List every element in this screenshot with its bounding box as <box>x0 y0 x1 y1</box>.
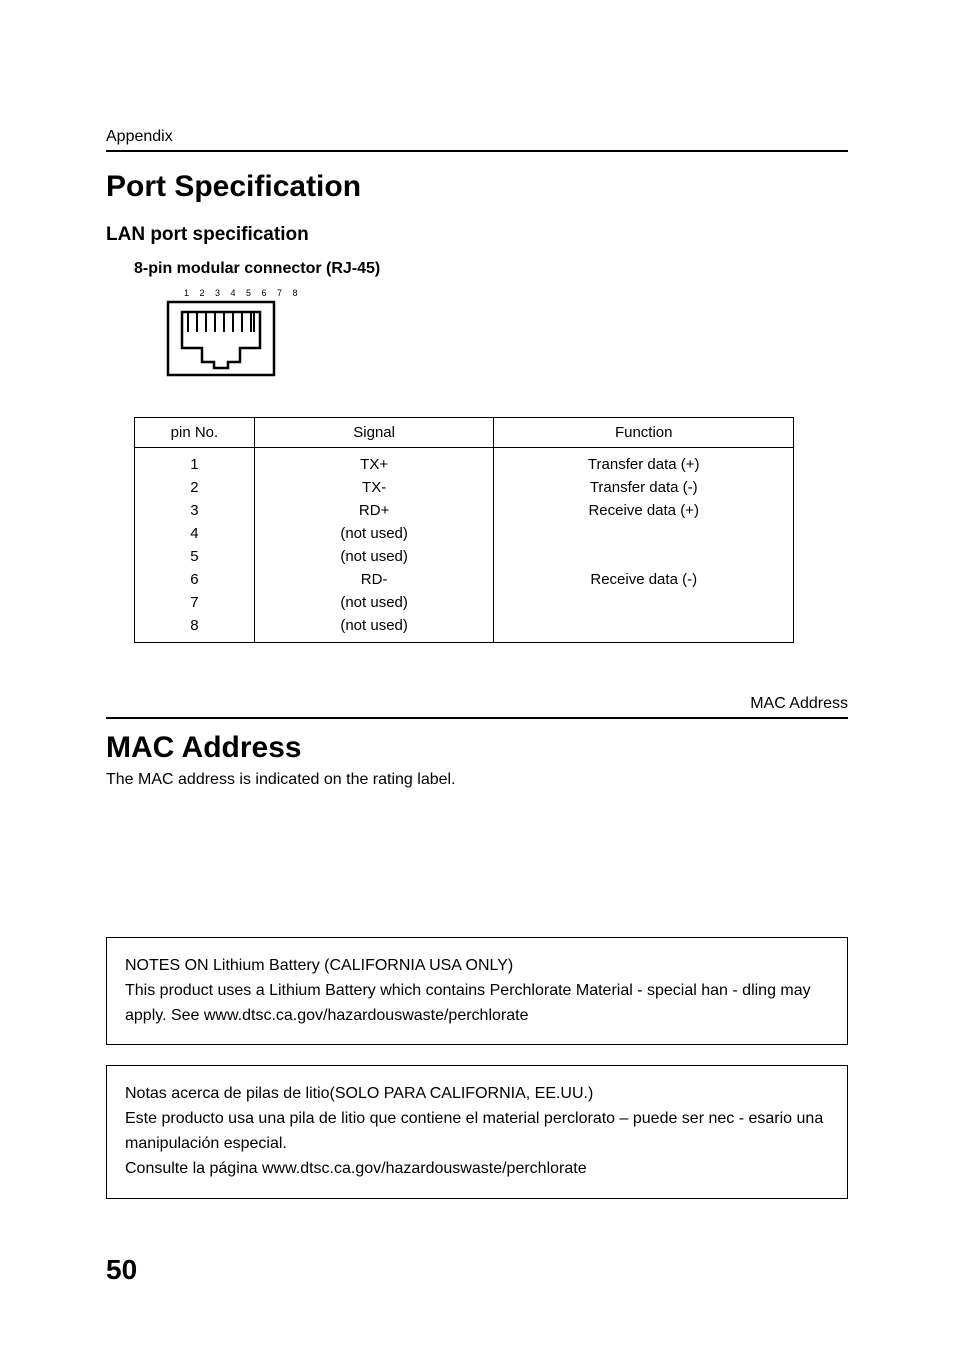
cell-function <box>494 545 794 568</box>
cell-signal: TX+ <box>254 448 494 477</box>
th-signal: Signal <box>254 418 494 448</box>
cell-pin: 4 <box>135 522 255 545</box>
table-row: 5 (not used) <box>135 545 794 568</box>
note-es-title: Notas acerca de pilas de litio(SOLO PARA… <box>125 1082 829 1107</box>
cell-signal: TX- <box>254 476 494 499</box>
lan-port-subtitle: LAN port specification <box>106 224 848 246</box>
cell-function: Receive data (+) <box>494 499 794 522</box>
table-header-row: pin No. Signal Function <box>135 418 794 448</box>
cell-function <box>494 591 794 614</box>
connector-diagram: 1 2 3 4 5 6 7 8 <box>166 288 848 383</box>
cell-function <box>494 522 794 545</box>
mac-rule <box>106 717 848 719</box>
table-row: 4 (not used) <box>135 522 794 545</box>
cell-pin: 2 <box>135 476 255 499</box>
th-function: Function <box>494 418 794 448</box>
page-number: 50 <box>106 1254 137 1286</box>
note-es-body1: Este producto usa una pila de litio que … <box>125 1107 829 1157</box>
table-row: 6 RD- Receive data (-) <box>135 568 794 591</box>
pin-table: pin No. Signal Function 1 TX+ Transfer d… <box>134 417 794 643</box>
cell-pin: 8 <box>135 614 255 643</box>
cell-function: Transfer data (+) <box>494 448 794 477</box>
table-row: 8 (not used) <box>135 614 794 643</box>
cell-pin: 1 <box>135 448 255 477</box>
cell-pin: 3 <box>135 499 255 522</box>
note-box-spanish: Notas acerca de pilas de litio(SOLO PARA… <box>106 1065 848 1198</box>
pin-number-labels: 1 2 3 4 5 6 7 8 <box>184 288 848 298</box>
th-pin: pin No. <box>135 418 255 448</box>
rj45-icon <box>166 300 276 378</box>
table-row: 7 (not used) <box>135 591 794 614</box>
cell-signal: (not used) <box>254 545 494 568</box>
note-en-title: NOTES ON Lithium Battery (CALIFORNIA USA… <box>125 954 829 979</box>
mac-title: MAC Address <box>106 731 848 765</box>
cell-function: Receive data (-) <box>494 568 794 591</box>
cell-signal: RD+ <box>254 499 494 522</box>
connector-label: 8-pin modular connector (RJ-45) <box>134 260 848 278</box>
mac-running-head: MAC Address <box>106 695 848 713</box>
header-rule <box>106 150 848 152</box>
table-row: 2 TX- Transfer data (-) <box>135 476 794 499</box>
cell-function: Transfer data (-) <box>494 476 794 499</box>
cell-function <box>494 614 794 643</box>
cell-pin: 7 <box>135 591 255 614</box>
table-row: 3 RD+ Receive data (+) <box>135 499 794 522</box>
cell-pin: 5 <box>135 545 255 568</box>
note-es-body2: Consulte la página www.dtsc.ca.gov/hazar… <box>125 1157 829 1182</box>
table-row: 1 TX+ Transfer data (+) <box>135 448 794 477</box>
cell-signal: (not used) <box>254 522 494 545</box>
cell-signal: RD- <box>254 568 494 591</box>
cell-signal: (not used) <box>254 614 494 643</box>
port-spec-title: Port Specification <box>106 170 848 204</box>
section-label: Appendix <box>106 128 848 146</box>
note-en-body: This product uses a Lithium Battery whic… <box>125 979 829 1029</box>
mac-body: The MAC address is indicated on the rati… <box>106 771 848 789</box>
cell-pin: 6 <box>135 568 255 591</box>
cell-signal: (not used) <box>254 591 494 614</box>
note-box-english: NOTES ON Lithium Battery (CALIFORNIA USA… <box>106 937 848 1045</box>
